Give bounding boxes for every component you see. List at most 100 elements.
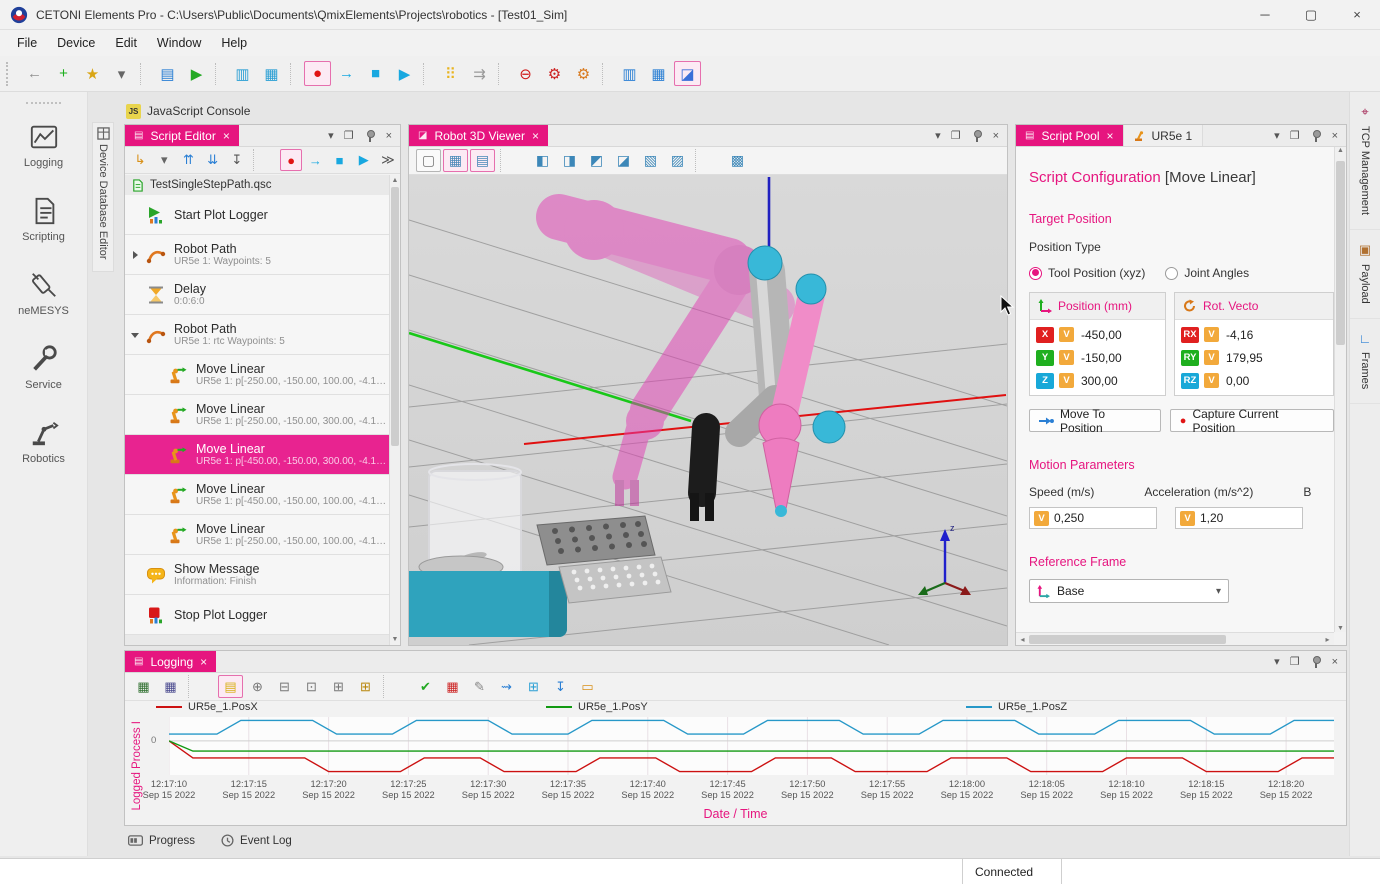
tool-position-radio-label[interactable]: Tool Position (xyz) [1048, 266, 1145, 280]
logging-toolbar-icon-assign-curve[interactable]: ⇝ [494, 675, 519, 698]
speed-input[interactable]: V 0,250 [1029, 507, 1157, 529]
maximize-button[interactable]: ▢ [1288, 0, 1334, 30]
script-step-row[interactable]: Move Linear UR5e 1: p[-450.00, -150.00, … [125, 435, 389, 475]
chevron-icon[interactable] [151, 435, 165, 474]
pin-panel-icon[interactable] [364, 129, 376, 142]
event-log-tab[interactable]: Event Log [221, 834, 292, 847]
chevron-icon[interactable] [129, 275, 143, 314]
progress-tab[interactable]: Progress [128, 835, 195, 847]
joint-angles-radio[interactable] [1165, 267, 1178, 280]
minimize-button[interactable]: ─ [1242, 0, 1288, 30]
script-step-row[interactable]: Start Plot Logger [125, 195, 389, 235]
axis-value[interactable]: -4,16 [1226, 328, 1253, 342]
viewer-toolbar-icon-view-bottom[interactable]: ▨ [665, 149, 690, 172]
sidebar-item-robotics[interactable]: Robotics [0, 404, 87, 478]
logging-toolbar-icon[interactable] [188, 675, 213, 698]
toolbar-icon-device-config[interactable]: ▦ [258, 61, 285, 86]
axis-value[interactable]: 179,95 [1226, 351, 1263, 365]
toolbar-icon-new-script[interactable]: ▤ [154, 61, 181, 86]
sidebar-item-service[interactable]: Service [0, 330, 87, 404]
float-panel-icon[interactable]: ❐ [344, 129, 354, 142]
toolbar-icon-move-step-down[interactable]: ⇊ [202, 149, 224, 171]
toolbar-icon-record-script[interactable]: ● [280, 149, 302, 171]
scroll-down-icon[interactable]: ▼ [390, 634, 400, 645]
move-to-position-button[interactable]: Move To Position [1029, 409, 1161, 432]
axis-value[interactable]: 0,00 [1226, 374, 1249, 388]
script-step-row[interactable]: Move Linear UR5e 1: p[-250.00, -150.00, … [125, 395, 389, 435]
sidebar-item-scripting[interactable]: Scripting [0, 182, 87, 256]
script-pool-hscrollbar[interactable]: ◂ ▸ [1016, 632, 1334, 645]
logging-toolbar-icon-annotations[interactable]: ▤ [218, 675, 243, 698]
reference-frame-dropdown[interactable]: Base ▾ [1029, 579, 1229, 603]
close-panel-icon[interactable]: × [993, 130, 999, 142]
script-step-row[interactable]: Move Linear UR5e 1: p[-250.00, -150.00, … [125, 515, 389, 555]
frames-tab[interactable]: ∟ Frames [1350, 319, 1380, 404]
toolbar-icon-favorites-caret[interactable]: ▾ [108, 61, 135, 86]
chevron-icon[interactable] [129, 195, 143, 234]
robot-3d-viewer-tab[interactable]: ◪ Robot 3D Viewer × [409, 125, 548, 146]
scroll-up-icon[interactable]: ▲ [390, 175, 400, 186]
script-file-row[interactable]: TestSingleStepPath.qsc [125, 175, 389, 195]
toolbar-icon-script-continue[interactable]: → [333, 61, 360, 86]
chevron-icon[interactable] [129, 555, 143, 594]
panel-menu-icon[interactable]: ▾ [1274, 655, 1280, 668]
tcp-management-tab[interactable]: ⌖ TCP Management [1350, 92, 1380, 230]
axis-value-row[interactable]: RY V 179,95 [1181, 346, 1327, 369]
panel-menu-icon[interactable]: ▾ [328, 129, 334, 142]
close-tab-icon[interactable]: × [223, 129, 230, 143]
script-pool-tab[interactable]: ▤ Script Pool × [1016, 125, 1123, 146]
toolbar-icon-tile-columns-2[interactable]: ▦ [645, 61, 672, 86]
chevron-icon[interactable] [151, 475, 165, 514]
sidebar-item-logging[interactable]: Logging [0, 108, 87, 182]
legend-posy[interactable]: UR5e_1.PosY [546, 701, 648, 713]
logging-toolbar-icon-open-log-folder[interactable]: ▭ [575, 675, 600, 698]
toolbar-icon-script-step[interactable]: ▶ [353, 149, 375, 171]
chevron-icon[interactable] [151, 355, 165, 394]
viewer-toolbar-icon-show-bounding-box[interactable]: ▩ [725, 149, 750, 172]
toolbar-icon-add-device[interactable]: + [50, 61, 77, 86]
chevron-icon[interactable] [129, 235, 143, 274]
toolbar-icon-view-3d[interactable]: ◪ [674, 61, 701, 86]
toolbar-icon-back[interactable]: ← [21, 61, 48, 86]
toolbar-drag-handle[interactable] [6, 62, 14, 86]
scroll-left-icon[interactable]: ◂ [1016, 635, 1029, 644]
chevron-icon[interactable] [151, 515, 165, 554]
toolbar-icon-single-step-mode[interactable]: ⠿ [437, 61, 464, 86]
chevron-icon[interactable] [129, 595, 143, 634]
toolbar-icon[interactable] [290, 63, 299, 85]
scroll-up-icon[interactable]: ▲ [1335, 147, 1346, 154]
toolbar-icon[interactable] [215, 63, 224, 85]
logging-toolbar-icon-clear-plot[interactable]: ▦ [440, 675, 465, 698]
toolbar-icon[interactable] [253, 149, 275, 171]
panel-menu-icon[interactable]: ▾ [935, 129, 941, 142]
viewer-toolbar-icon-view-left[interactable]: ◩ [584, 149, 609, 172]
tool-position-radio[interactable] [1029, 267, 1042, 280]
script-step-row[interactable]: Robot Path UR5e 1: Waypoints: 5 [125, 235, 389, 275]
toolbar-icon-script-step[interactable]: ▶ [391, 61, 418, 86]
legend-posx[interactable]: UR5e_1.PosX [156, 701, 258, 713]
logging-tab[interactable]: ▤ Logging × [125, 651, 216, 672]
toolbar-icon-overflow[interactable]: ≫ [377, 149, 399, 171]
script-step-row[interactable]: Robot Path UR5e 1: rtc Waypoints: 5 [125, 315, 389, 355]
logging-toolbar-icon-zoom[interactable]: ⊕ [245, 675, 270, 698]
float-panel-icon[interactable]: ❐ [1290, 129, 1300, 142]
float-panel-icon[interactable]: ❐ [951, 129, 961, 142]
script-step-row[interactable]: Delay 0:0:6:0 [125, 275, 389, 315]
pin-panel-icon[interactable] [971, 129, 983, 142]
logging-toolbar-icon-export-image[interactable]: ▦ [158, 675, 183, 698]
viewer-toolbar-icon-view-top[interactable]: ▧ [638, 149, 663, 172]
menu-item[interactable]: Edit [106, 33, 146, 53]
axis-value-row[interactable]: RX V -4,16 [1181, 323, 1327, 346]
toolbar-icon[interactable] [140, 63, 149, 85]
script-step-row[interactable]: Move Linear UR5e 1: p[-450.00, -150.00, … [125, 475, 389, 515]
logging-toolbar-icon-save-log[interactable]: ↧ [548, 675, 573, 698]
close-tab-icon[interactable]: × [1106, 129, 1113, 143]
toolbar-icon-run-script[interactable]: ▶ [183, 61, 210, 86]
close-tab-icon[interactable]: × [200, 655, 207, 669]
logging-toolbar-icon-fit-vertical[interactable]: ⊡ [299, 675, 324, 698]
axis-value-row[interactable]: Z V 300,00 [1036, 369, 1159, 392]
toolbar-icon-add-function[interactable]: ⚙ [570, 61, 597, 86]
sidebar-item-nemesys[interactable]: neMESYS [0, 256, 87, 330]
script-step-row[interactable]: Move Linear UR5e 1: p[-250.00, -150.00, … [125, 355, 389, 395]
float-panel-icon[interactable]: ❐ [1290, 655, 1300, 668]
